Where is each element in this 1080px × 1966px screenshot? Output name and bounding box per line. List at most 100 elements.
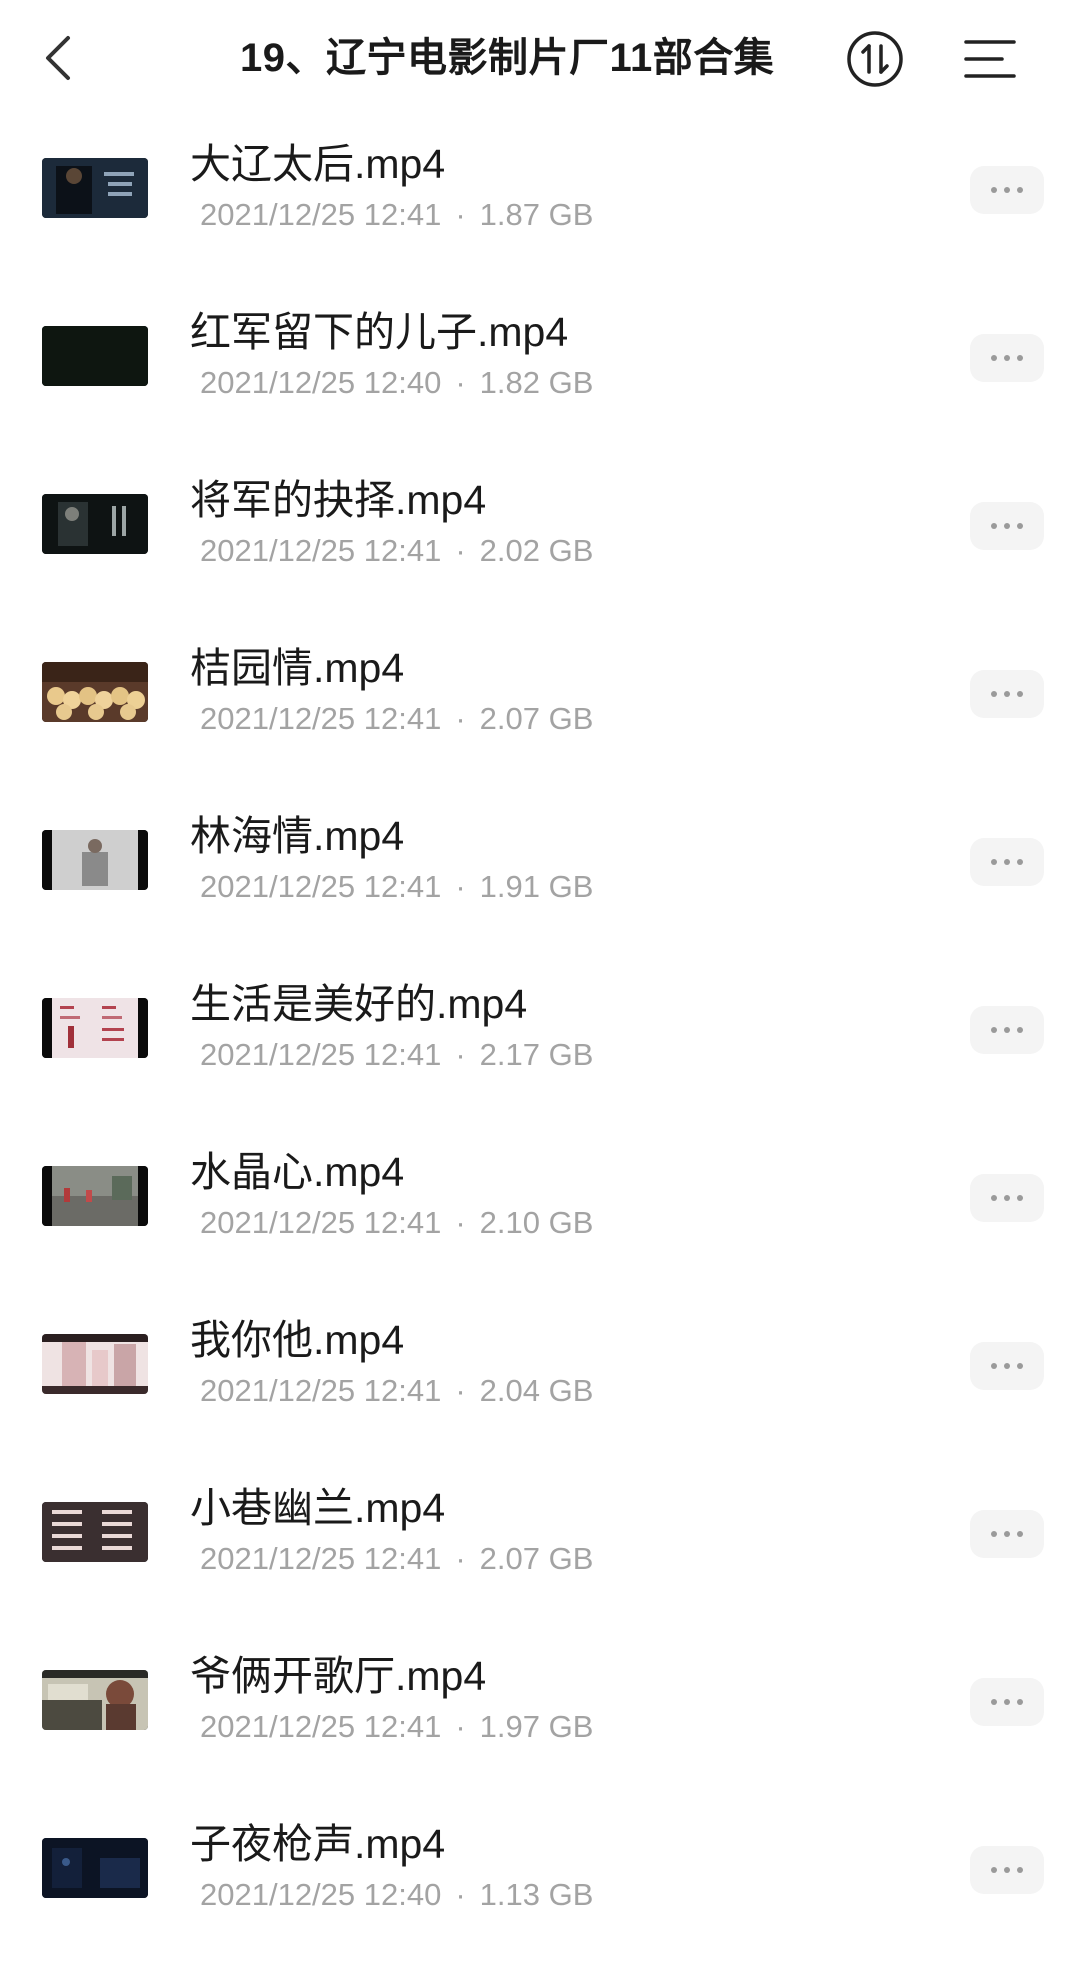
more-options-button[interactable] — [970, 1006, 1044, 1054]
list-menu-icon — [964, 40, 1016, 78]
more-dots-icon — [1004, 523, 1010, 529]
more-dots-icon — [1017, 691, 1023, 697]
file-name: 红军留下的儿子.mp4 — [190, 309, 569, 355]
file-row[interactable]: 将军的抉择.mp4 2021/12/25 12:41 · 2.02 GB — [0, 454, 1080, 622]
file-meta: 2021/12/25 12:41 · 2.04 GB — [200, 1371, 593, 1411]
more-dots-icon — [991, 1195, 997, 1201]
file-meta: 2021/12/25 12:41 · 2.10 GB — [200, 1203, 593, 1243]
more-dots-icon — [1017, 187, 1023, 193]
separator-dot: · — [455, 533, 466, 568]
sort-arrows-icon — [847, 31, 903, 87]
file-row[interactable]: 桔园情.mp4 2021/12/25 12:41 · 2.07 GB — [0, 622, 1080, 790]
more-dots-icon — [991, 1363, 997, 1369]
file-name: 林海情.mp4 — [190, 813, 405, 859]
file-size: 2.04 GB — [479, 1373, 594, 1408]
file-size: 1.82 GB — [479, 365, 594, 400]
file-name: 水晶心.mp4 — [190, 1149, 405, 1195]
file-meta: 2021/12/25 12:41 · 2.07 GB — [200, 1539, 593, 1579]
file-row[interactable]: 水晶心.mp4 2021/12/25 12:41 · 2.10 GB — [0, 1126, 1080, 1294]
more-options-button[interactable] — [970, 166, 1044, 214]
file-row[interactable]: 生活是美好的.mp4 2021/12/25 12:41 · 2.17 GB — [0, 958, 1080, 1126]
video-thumbnail — [42, 494, 148, 554]
file-date: 2021/12/25 12:41 — [200, 701, 442, 736]
file-meta: 2021/12/25 12:41 · 2.17 GB — [200, 1035, 593, 1075]
more-options-button[interactable] — [970, 670, 1044, 718]
file-date: 2021/12/25 12:41 — [200, 533, 442, 568]
separator-dot: · — [455, 1205, 466, 1240]
more-dots-icon — [1017, 1363, 1023, 1369]
video-thumbnail — [42, 1838, 148, 1898]
file-meta: 2021/12/25 12:40 · 1.82 GB — [200, 363, 593, 403]
more-options-button[interactable] — [970, 838, 1044, 886]
file-size: 1.91 GB — [479, 869, 594, 904]
file-size: 1.87 GB — [479, 197, 594, 232]
file-meta: 2021/12/25 12:41 · 2.07 GB — [200, 699, 593, 739]
file-name: 爷俩开歌厅.mp4 — [190, 1653, 487, 1699]
more-options-button[interactable] — [970, 334, 1044, 382]
file-meta: 2021/12/25 12:41 · 1.97 GB — [200, 1707, 593, 1747]
more-dots-icon — [991, 1531, 997, 1537]
separator-dot: · — [455, 365, 466, 400]
file-date: 2021/12/25 12:41 — [200, 869, 442, 904]
file-meta: 2021/12/25 12:41 · 2.02 GB — [200, 531, 593, 571]
more-dots-icon — [1004, 1531, 1010, 1537]
file-meta: 2021/12/25 12:41 · 1.87 GB — [200, 195, 593, 235]
video-thumbnail — [42, 998, 148, 1058]
more-dots-icon — [1017, 859, 1023, 865]
more-dots-icon — [1004, 187, 1010, 193]
more-options-button[interactable] — [970, 1678, 1044, 1726]
file-name: 生活是美好的.mp4 — [190, 981, 528, 1027]
more-options-button[interactable] — [970, 1510, 1044, 1558]
file-meta: 2021/12/25 12:40 · 1.13 GB — [200, 1875, 593, 1915]
more-dots-icon — [1004, 355, 1010, 361]
separator-dot: · — [455, 1373, 466, 1408]
separator-dot: · — [455, 869, 466, 904]
video-thumbnail — [42, 830, 148, 890]
separator-dot: · — [455, 1541, 466, 1576]
file-date: 2021/12/25 12:40 — [200, 365, 442, 400]
more-dots-icon — [991, 187, 997, 193]
more-dots-icon — [1004, 1027, 1010, 1033]
file-row[interactable]: 小巷幽兰.mp4 2021/12/25 12:41 · 2.07 GB — [0, 1462, 1080, 1630]
video-thumbnail — [42, 158, 148, 218]
file-row[interactable]: 红军留下的儿子.mp4 2021/12/25 12:40 · 1.82 GB — [0, 286, 1080, 454]
more-dots-icon — [991, 1699, 997, 1705]
more-dots-icon — [1017, 1699, 1023, 1705]
separator-dot: · — [455, 1709, 466, 1744]
video-thumbnail — [42, 1334, 148, 1394]
more-dots-icon — [1017, 1195, 1023, 1201]
file-size: 2.07 GB — [479, 701, 594, 736]
more-dots-icon — [1017, 355, 1023, 361]
file-row[interactable]: 我你他.mp4 2021/12/25 12:41 · 2.04 GB — [0, 1294, 1080, 1462]
file-size: 2.10 GB — [479, 1205, 594, 1240]
video-thumbnail — [42, 1502, 148, 1562]
file-meta: 2021/12/25 12:41 · 1.91 GB — [200, 867, 593, 907]
more-dots-icon — [991, 1867, 997, 1873]
file-name: 小巷幽兰.mp4 — [190, 1485, 446, 1531]
more-options-button[interactable] — [970, 1846, 1044, 1894]
more-dots-icon — [1004, 1699, 1010, 1705]
more-options-button[interactable] — [970, 1342, 1044, 1390]
sort-button[interactable] — [846, 30, 904, 88]
file-size: 2.17 GB — [479, 1037, 594, 1072]
file-row[interactable]: 林海情.mp4 2021/12/25 12:41 · 1.91 GB — [0, 790, 1080, 958]
more-dots-icon — [1017, 1027, 1023, 1033]
separator-dot: · — [455, 197, 466, 232]
more-dots-icon — [991, 355, 997, 361]
back-button[interactable] — [30, 22, 86, 94]
file-date: 2021/12/25 12:40 — [200, 1877, 442, 1912]
more-dots-icon — [1017, 1867, 1023, 1873]
file-row[interactable]: 大辽太后.mp4 2021/12/25 12:41 · 1.87 GB — [0, 118, 1080, 286]
file-name: 我你他.mp4 — [190, 1317, 405, 1363]
more-dots-icon — [991, 1027, 997, 1033]
file-date: 2021/12/25 12:41 — [200, 1037, 442, 1072]
file-date: 2021/12/25 12:41 — [200, 1205, 442, 1240]
more-dots-icon — [1004, 1195, 1010, 1201]
file-row[interactable]: 子夜枪声.mp4 2021/12/25 12:40 · 1.13 GB — [0, 1798, 1080, 1966]
file-name: 将军的抉择.mp4 — [190, 477, 487, 523]
file-row[interactable]: 爷俩开歌厅.mp4 2021/12/25 12:41 · 1.97 GB — [0, 1630, 1080, 1798]
file-name: 大辽太后.mp4 — [190, 141, 446, 187]
more-options-button[interactable] — [970, 1174, 1044, 1222]
more-options-button[interactable] — [970, 502, 1044, 550]
menu-button[interactable] — [962, 34, 1018, 84]
